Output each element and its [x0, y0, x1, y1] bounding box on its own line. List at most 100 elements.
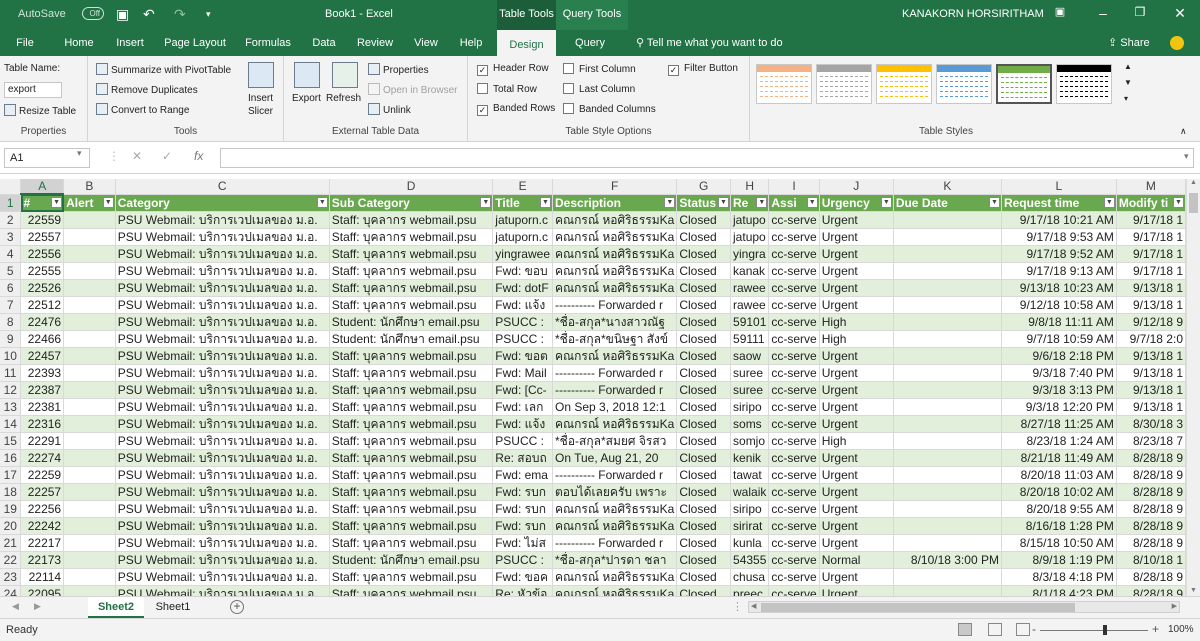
- table-cell[interactable]: Fwd: ขอค: [492, 568, 553, 586]
- column-header-l[interactable]: L: [1001, 179, 1117, 195]
- table-cell[interactable]: [63, 228, 116, 246]
- table-cell[interactable]: 22393: [20, 364, 65, 382]
- table-cell[interactable]: jatupo: [730, 211, 770, 229]
- table-cell[interactable]: Staff: บุคลากร webmail.psu: [329, 534, 494, 552]
- tab-page-layout[interactable]: Page Layout: [160, 30, 230, 56]
- gallery-down-icon[interactable]: ▼: [1124, 78, 1132, 87]
- table-cell[interactable]: Urgent: [819, 381, 894, 399]
- tell-me-search[interactable]: ⚲ Tell me what you want to do: [636, 30, 783, 56]
- tab-view[interactable]: View: [408, 30, 444, 56]
- new-sheet-icon[interactable]: +: [230, 600, 244, 614]
- table-cell[interactable]: Closed: [676, 211, 732, 229]
- table-cell[interactable]: ---------- Forwarded r: [552, 364, 678, 382]
- column-header-h[interactable]: H: [730, 179, 770, 195]
- table-cell[interactable]: Fwd: เลก: [492, 398, 553, 416]
- row-header[interactable]: 12: [0, 381, 22, 399]
- table-cell[interactable]: Staff: บุคลากร webmail.psu: [329, 432, 494, 450]
- table-cell[interactable]: 8/30/18 3: [1116, 415, 1186, 433]
- table-cell[interactable]: 22381: [20, 398, 65, 416]
- table-cell[interactable]: 9/13/18 1: [1116, 364, 1186, 382]
- table-cell[interactable]: Staff: บุคลากร webmail.psu: [329, 466, 494, 484]
- table-cell[interactable]: jatuporn.c: [492, 228, 553, 246]
- table-cell[interactable]: [63, 262, 116, 280]
- table-cell[interactable]: cc-serve: [768, 585, 820, 596]
- table-cell[interactable]: PSU Webmail: บริการเวปเมลของ ม.อ.: [115, 568, 330, 586]
- table-cell[interactable]: [893, 296, 1002, 314]
- table-cell[interactable]: Urgent: [819, 279, 894, 297]
- formula-input[interactable]: [220, 148, 1194, 168]
- table-cell[interactable]: saow: [730, 347, 770, 365]
- tab-data[interactable]: Data: [306, 30, 342, 56]
- table-cell[interactable]: Normal: [819, 551, 894, 569]
- table-cell[interactable]: [63, 245, 116, 263]
- table-cell[interactable]: PSU Webmail: บริการเวปเมลของ ม.อ.: [115, 432, 330, 450]
- filter-dropdown-icon[interactable]: ▼: [806, 196, 818, 208]
- table-cell[interactable]: [893, 568, 1002, 586]
- table-cell[interactable]: Urgent: [819, 449, 894, 467]
- save-icon[interactable]: ▣: [116, 6, 129, 22]
- scroll-up-icon[interactable]: ▲: [1190, 179, 1197, 186]
- table-cell[interactable]: Urgent: [819, 262, 894, 280]
- filter-dropdown-icon[interactable]: ▼: [988, 196, 1000, 208]
- table-cell[interactable]: 22387: [20, 381, 65, 399]
- table-header-cell[interactable]: Status ▼: [676, 194, 732, 212]
- undo-icon[interactable]: ↶: [143, 6, 155, 22]
- table-cell[interactable]: yingra: [730, 245, 770, 263]
- column-header-m[interactable]: M: [1116, 179, 1186, 195]
- table-cell[interactable]: Staff: บุคลากร webmail.psu: [329, 262, 494, 280]
- table-cell[interactable]: Closed: [676, 483, 732, 501]
- table-cell[interactable]: Urgent: [819, 245, 894, 263]
- table-cell[interactable]: somjo: [730, 432, 770, 450]
- table-cell[interactable]: ---------- Forwarded r: [552, 466, 678, 484]
- table-cell[interactable]: 8/9/18 1:19 PM: [1001, 551, 1117, 569]
- filter-dropdown-icon[interactable]: ▼: [316, 196, 328, 208]
- table-cell[interactable]: 8/28/18 9: [1116, 483, 1186, 501]
- table-cell[interactable]: Fwd: รบก: [492, 517, 553, 535]
- table-cell[interactable]: cc-serve: [768, 211, 820, 229]
- table-cell[interactable]: On Sep 3, 2018 12:1: [552, 398, 678, 416]
- zoom-slider[interactable]: [1040, 630, 1148, 631]
- table-cell[interactable]: [893, 364, 1002, 382]
- tab-design[interactable]: Design: [497, 30, 556, 56]
- table-cell[interactable]: 8/28/18 9: [1116, 517, 1186, 535]
- table-cell[interactable]: 59101: [730, 313, 770, 331]
- table-cell[interactable]: คณกรณ์ หอศิริธรรมKa: [552, 211, 678, 229]
- table-cell[interactable]: PSU Webmail: บริการเวปเมลของ ม.อ.: [115, 534, 330, 552]
- page-layout-view-icon[interactable]: [988, 623, 1002, 636]
- insert-slicer-button-line2[interactable]: Slicer: [248, 106, 273, 117]
- table-cell[interactable]: 22242: [20, 517, 65, 535]
- row-header[interactable]: 8: [0, 313, 22, 331]
- table-cell[interactable]: suree: [730, 364, 770, 382]
- table-cell[interactable]: 22466: [20, 330, 65, 348]
- table-cell[interactable]: 9/13/18 1: [1116, 398, 1186, 416]
- table-cell[interactable]: 9/17/18 9:53 AM: [1001, 228, 1117, 246]
- table-cell[interactable]: [893, 347, 1002, 365]
- row-header[interactable]: 3: [0, 228, 22, 246]
- table-cell[interactable]: cc-serve: [768, 262, 820, 280]
- table-cell[interactable]: [893, 398, 1002, 416]
- table-cell[interactable]: 9/13/18 1: [1116, 296, 1186, 314]
- table-cell[interactable]: PSU Webmail: บริการเวปเมลของ ม.อ.: [115, 585, 330, 596]
- table-cell[interactable]: kunla: [730, 534, 770, 552]
- table-cell[interactable]: Urgent: [819, 585, 894, 596]
- table-cell[interactable]: Urgent: [819, 500, 894, 518]
- table-cell[interactable]: Fwd: แจ้ง: [492, 296, 553, 314]
- table-cell[interactable]: On Tue, Aug 21, 20: [552, 449, 678, 467]
- table-cell[interactable]: 8/3/18 4:18 PM: [1001, 568, 1117, 586]
- prev-sheet-icon[interactable]: ◀: [12, 601, 19, 612]
- table-cell[interactable]: PSU Webmail: บริการเวปเมลของ ม.อ.: [115, 330, 330, 348]
- sheet-tab-sheet2[interactable]: Sheet2: [88, 597, 144, 618]
- table-cell[interactable]: Fwd: ema: [492, 466, 553, 484]
- table-cell[interactable]: [63, 313, 116, 331]
- scroll-left-icon[interactable]: ◀: [751, 602, 756, 610]
- next-sheet-icon[interactable]: ▶: [34, 601, 41, 612]
- table-cell[interactable]: 8/28/18 9: [1116, 500, 1186, 518]
- share-button[interactable]: ⇪ Share: [1108, 30, 1150, 56]
- table-cell[interactable]: *ชื่อ-สกุล*ขนิษฐา สังข์: [552, 330, 678, 348]
- table-cell[interactable]: คณกรณ์ หอศิริธรรมKa: [552, 568, 678, 586]
- table-cell[interactable]: yingrawee: [492, 245, 553, 263]
- table-cell[interactable]: *ชื่อ-สกุล*สมยศ จิรสว: [552, 432, 678, 450]
- table-header-cell[interactable]: # ▼: [20, 194, 65, 212]
- normal-view-icon[interactable]: [958, 623, 972, 636]
- table-cell[interactable]: PSU Webmail: บริการเวปเมลของ ม.อ.: [115, 228, 330, 246]
